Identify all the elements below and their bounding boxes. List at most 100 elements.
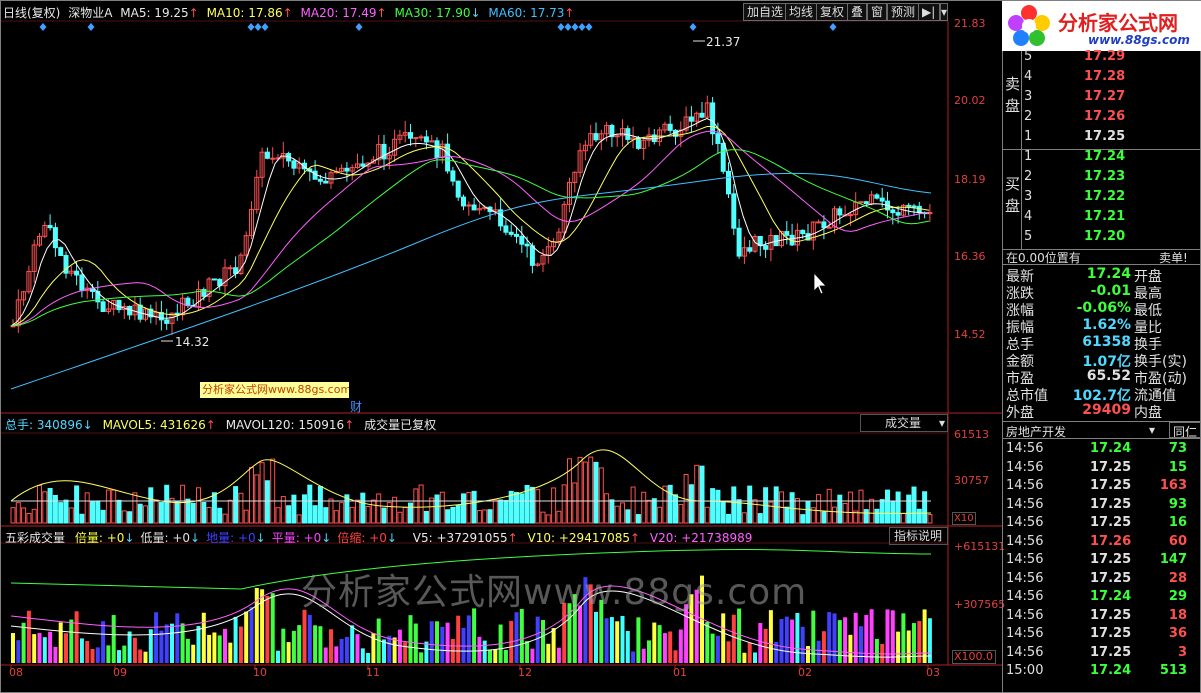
month-tick: 02 [798, 666, 812, 679]
high-price-label: 21.37 [706, 35, 741, 49]
ma60-value: MA60: 17.73 [488, 6, 565, 20]
tick-price: 17.25 [1090, 607, 1132, 623]
price-tick: 21.83 [954, 17, 986, 30]
tick-row: 14:56 17.25 36 [1006, 626, 1201, 644]
tick-volume: 93 [1168, 496, 1187, 512]
price-tick: 18.19 [954, 173, 986, 186]
wucai-item: 地量: +0 [206, 531, 256, 545]
mouse-cursor-icon [813, 271, 827, 295]
tick-volume: 3 [1177, 644, 1187, 660]
level-price: 17.29 [1084, 49, 1126, 64]
sell-level-2[interactable]: 2 17.26 [1022, 109, 1152, 129]
ma-button[interactable]: 均线 [785, 3, 818, 21]
month-tick: 12 [518, 666, 532, 679]
level-price: 17.27 [1084, 89, 1126, 104]
quote-row: 总市值 102.7亿 流通值 [1006, 385, 1201, 404]
wucai-scale[interactable]: X100.0 [952, 650, 996, 664]
buy-level-1[interactable]: 1 17.24 [1022, 149, 1152, 169]
add-watchlist-button[interactable]: 加自选 [743, 3, 788, 21]
site-logo: 分析家公式网 www.88gs.com [1002, 1, 1201, 51]
sell-level-5[interactable]: 5 17.29 [1022, 49, 1152, 69]
tick-time: 14:56 [1006, 626, 1044, 641]
sector-dropdown-icon[interactable]: ▾ [1149, 423, 1155, 437]
tick-volume: 16 [1168, 515, 1187, 530]
quote-row: 振幅 1.62% 量比 [1006, 317, 1201, 336]
buy-level-3[interactable]: 3 17.22 [1022, 189, 1152, 209]
quote-label: 外盘 [1006, 405, 1034, 421]
mavol120: MAVOL120: 150916 [225, 418, 345, 432]
ma20-value: MA20: 17.49 [300, 6, 377, 20]
level-number: 1 [1024, 149, 1033, 164]
tick-price: 17.25 [1090, 570, 1132, 586]
level-price: 17.20 [1084, 229, 1126, 244]
tick-row: 14:56 17.25 163 [1006, 478, 1201, 496]
adjust-button[interactable]: 复权 [816, 3, 849, 21]
overlay-button[interactable]: 叠 [847, 3, 868, 21]
tick-row: 14:56 17.25 147 [1006, 552, 1201, 570]
candlestick-series [10, 95, 933, 336]
tick-volume: 513 [1159, 663, 1187, 678]
tick-volume: 60 [1168, 533, 1187, 549]
level-price: 17.22 [1084, 189, 1126, 204]
tick-time: 14:56 [1006, 607, 1044, 623]
buy-level-2[interactable]: 2 17.23 [1022, 169, 1152, 189]
forecast-button[interactable]: 预测 [887, 3, 920, 21]
tick-price: 17.25 [1090, 644, 1132, 660]
tick-volume: 28 [1168, 570, 1187, 586]
level-price: 17.23 [1084, 169, 1126, 184]
menu-arrow-icon[interactable]: ▶| [918, 3, 940, 21]
wucai-tick: +307565 [954, 598, 1006, 611]
tick-time: 14:56 [1006, 515, 1044, 530]
chevron-down-icon[interactable]: ▾ [940, 3, 948, 21]
month-tick: 10 [253, 666, 267, 679]
tick-row: 14:56 17.25 16 [1006, 515, 1201, 533]
window-button[interactable]: 窗 [867, 3, 888, 21]
quote-value: -0.01 [1090, 283, 1131, 299]
volume-scale[interactable]: X10 [952, 512, 976, 525]
finance-marker[interactable]: 财 [350, 398, 362, 415]
level-number: 2 [1024, 169, 1033, 184]
buy-level-5[interactable]: 5 17.20 [1022, 229, 1152, 249]
quote-row: 涨跌 -0.01 最高 [1006, 283, 1201, 302]
tick-row: 15:00 17.24 513 [1006, 663, 1201, 681]
period-label[interactable]: 日线(复权) [3, 6, 60, 20]
tick-volume: 18 [1168, 607, 1187, 623]
volume-tick: 61513 [954, 428, 989, 441]
quote-row: 市盈 65.52 市盈(动) [1006, 368, 1201, 387]
quote-value: -0.06% [1076, 300, 1131, 316]
tick-time: 15:00 [1006, 663, 1044, 678]
tick-time: 14:56 [1006, 441, 1044, 456]
level-price: 17.25 [1084, 129, 1126, 144]
volume-indicator-dropdown[interactable]: 成交量 ▾ [860, 414, 948, 432]
indicator-help-button[interactable]: 指标说明 [889, 527, 948, 545]
level-number: 2 [1024, 109, 1033, 124]
tick-price: 17.25 [1090, 459, 1132, 475]
tick-row: 14:56 17.25 28 [1006, 571, 1201, 589]
tick-row: 14:56 17.25 15 [1006, 460, 1201, 478]
wucai-item: 低量: +0 [140, 531, 191, 545]
quote-row: 金额 1.07亿 换手(实) [1006, 351, 1201, 370]
sell-level-1[interactable]: 1 17.25 [1022, 129, 1152, 149]
tick-volume: 29 [1168, 589, 1187, 604]
tick-price: 17.25 [1090, 626, 1132, 641]
flower-logo-icon [1008, 5, 1050, 46]
sell-level-4[interactable]: 4 17.28 [1022, 69, 1152, 89]
quote-value: 1.62% [1082, 317, 1131, 333]
tick-row: 14:56 17.25 93 [1006, 497, 1201, 515]
tab-peers[interactable]: 同仁 [1169, 422, 1201, 438]
signal-diamonds [39, 23, 837, 31]
tick-price: 17.24 [1090, 663, 1132, 678]
stock-name: 深物业A [68, 6, 113, 20]
level-number: 3 [1024, 89, 1033, 104]
sell-side-label: 卖盘 [1005, 75, 1021, 115]
quote-row: 最新 17.24 开盘 [1006, 266, 1201, 285]
tick-time: 14:56 [1006, 570, 1044, 586]
buy-level-4[interactable]: 4 17.21 [1022, 209, 1152, 229]
sell-level-3[interactable]: 3 17.27 [1022, 89, 1152, 109]
quote-row: 外盘 29409 内盘 [1006, 402, 1201, 421]
tick-time: 14:56 [1006, 459, 1044, 475]
quote-row: 总手 61358 换手 [1006, 334, 1201, 353]
tick-time: 14:56 [1006, 644, 1044, 660]
tick-row: 14:56 17.25 18 [1006, 608, 1201, 626]
wucai-header: 五彩成交量 倍量: +0↓ 低量: +0↓ 地量: +0↓ 平量: +0↓ 倍缩: +0… [5, 531, 753, 545]
